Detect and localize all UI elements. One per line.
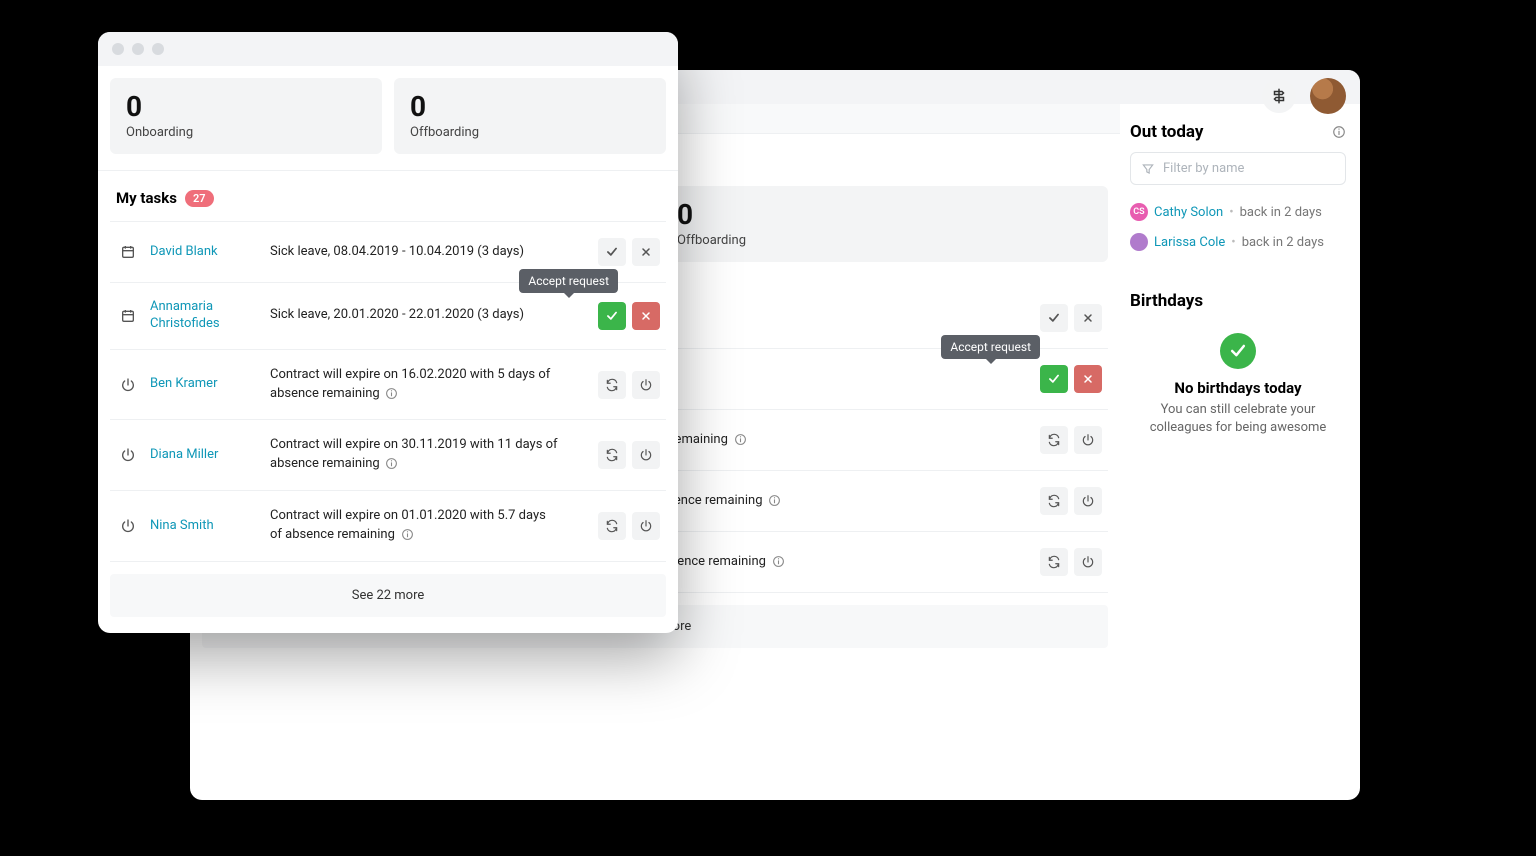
avatar-initials: CS — [1130, 203, 1148, 221]
separator: • — [1229, 205, 1233, 220]
out-today-heading: Out today — [1130, 122, 1203, 142]
accept-button[interactable] — [598, 238, 626, 266]
employee-link[interactable]: David Blank — [150, 244, 260, 261]
window-dot — [132, 43, 144, 55]
stat-label: Onboarding — [126, 125, 366, 140]
employee-link[interactable]: Ben Kramer — [150, 376, 260, 393]
end-button[interactable] — [632, 371, 660, 399]
filter-placeholder: Filter by name — [1163, 161, 1244, 176]
task-row: Annamaria Christofides Sick leave, 20.01.… — [110, 283, 666, 350]
end-button[interactable] — [1074, 487, 1102, 515]
reject-button[interactable] — [632, 302, 660, 330]
stat-offboarding[interactable]: 0 Offboarding — [394, 78, 666, 154]
end-button[interactable] — [632, 512, 660, 540]
renew-button[interactable] — [598, 441, 626, 469]
end-button[interactable] — [632, 441, 660, 469]
stat-value: 0 — [410, 90, 650, 123]
stat-onboarding[interactable]: 0 Onboarding — [110, 78, 382, 154]
filter-by-name-input[interactable]: Filter by name — [1130, 152, 1346, 185]
task-actions — [1012, 548, 1102, 576]
task-actions — [570, 238, 660, 266]
employee-link[interactable]: Diana Miller — [150, 447, 260, 464]
reject-button[interactable] — [632, 238, 660, 266]
calendar-icon — [116, 308, 140, 324]
employee-link[interactable]: Cathy Solon — [1154, 205, 1223, 220]
titlebar — [98, 32, 678, 66]
renew-button[interactable] — [1040, 426, 1068, 454]
info-icon[interactable] — [400, 528, 414, 542]
reject-button[interactable] — [1074, 304, 1102, 332]
signpost-icon[interactable] — [1262, 79, 1296, 113]
window-dot — [112, 43, 124, 55]
info-icon[interactable] — [771, 554, 785, 568]
task-description: Contract will expire on 30.11.2019 with … — [270, 436, 560, 474]
out-today-row: Larissa Cole • back in 2 days — [1130, 227, 1346, 257]
task-actions — [570, 371, 660, 399]
renew-button[interactable] — [598, 371, 626, 399]
power-icon — [116, 377, 140, 393]
birthdays-heading: Birthdays — [1130, 291, 1203, 311]
employee-link[interactable]: Larissa Cole — [1154, 235, 1225, 250]
task-actions — [570, 441, 660, 469]
reject-button[interactable] — [1074, 365, 1102, 393]
accept-button[interactable] — [598, 302, 626, 330]
task-row: Nina Smith Contract will expire on 01.01.… — [110, 491, 666, 562]
return-note: back in 2 days — [1240, 205, 1322, 220]
window-dot — [152, 43, 164, 55]
accept-request-tooltip: Accept request — [519, 269, 618, 293]
filter-icon — [1141, 162, 1155, 176]
task-actions — [1012, 304, 1102, 332]
accept-button[interactable] — [1040, 304, 1068, 332]
return-note: back in 2 days — [1242, 235, 1324, 250]
task-actions — [570, 512, 660, 540]
task-actions — [1012, 487, 1102, 515]
renew-button[interactable] — [1040, 487, 1068, 515]
employee-link[interactable]: Nina Smith — [150, 518, 260, 535]
see-more-button[interactable]: See 22 more — [110, 574, 666, 617]
task-description: Contract will expire on 16.02.2020 with … — [270, 366, 560, 404]
avatar — [1130, 233, 1148, 251]
task-actions — [1012, 365, 1102, 393]
renew-button[interactable] — [1040, 548, 1068, 576]
stat-value: 0 — [126, 90, 366, 123]
renew-button[interactable] — [598, 512, 626, 540]
foreground-window: 0 Onboarding 0 Offboarding My tasks 27 D… — [98, 32, 678, 633]
task-count-badge: 27 — [185, 190, 214, 207]
no-birthdays-sub: You can still celebrate your colleagues … — [1130, 401, 1346, 437]
task-row: Diana Miller Contract will expire on 30.1… — [110, 420, 666, 491]
avatar[interactable] — [1310, 78, 1346, 114]
info-icon[interactable] — [768, 493, 782, 507]
power-icon — [116, 518, 140, 534]
stat-label: Offboarding — [410, 125, 650, 140]
task-description: Sick leave, 08.04.2019 - 10.04.2019 (3 d… — [270, 243, 560, 262]
info-icon[interactable] — [385, 457, 399, 471]
accept-request-tooltip: Accept request — [941, 335, 1040, 359]
power-icon — [116, 447, 140, 463]
task-description: Sick leave, 20.01.2020 - 22.01.2020 (3 d… — [270, 306, 560, 325]
no-birthdays-title: No birthdays today — [1130, 379, 1346, 397]
task-actions — [1012, 426, 1102, 454]
calendar-icon — [116, 244, 140, 260]
task-description: Contract will expire on 01.01.2020 with … — [270, 507, 560, 545]
end-button[interactable] — [1074, 548, 1102, 576]
end-button[interactable] — [1074, 426, 1102, 454]
stat-value: 0 — [677, 198, 1092, 231]
separator: • — [1231, 235, 1235, 250]
my-tasks-heading: My tasks — [116, 189, 177, 207]
info-icon[interactable] — [385, 386, 399, 400]
accept-button[interactable] — [1040, 365, 1068, 393]
employee-link[interactable]: Annamaria Christofides — [150, 299, 260, 333]
info-icon[interactable] — [733, 432, 747, 446]
check-circle-icon — [1220, 333, 1256, 369]
info-icon[interactable] — [1332, 125, 1346, 139]
out-today-row: CS Cathy Solon • back in 2 days — [1130, 197, 1346, 227]
stat-label: Offboarding — [677, 233, 1092, 248]
stat-offboarding[interactable]: 0 Offboarding — [661, 186, 1108, 262]
task-actions — [570, 302, 660, 330]
task-row: Ben Kramer Contract will expire on 16.02.… — [110, 350, 666, 421]
